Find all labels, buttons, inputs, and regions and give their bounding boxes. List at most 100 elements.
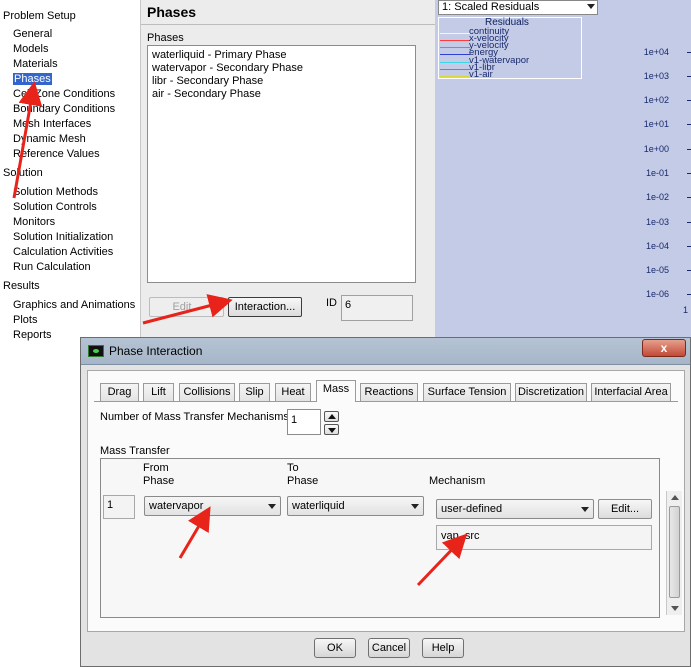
tree-item-label: Cell Zone Conditions bbox=[13, 88, 116, 100]
scrollbar-thumb[interactable] bbox=[669, 506, 680, 598]
tree-item-phases[interactable]: Phases bbox=[13, 73, 52, 86]
y-tick-label: 1e+01 bbox=[643, 119, 669, 129]
y-tick-label: 1e-03 bbox=[645, 217, 669, 227]
y-tick-mark bbox=[687, 246, 691, 247]
tree-item-boundary-conditions[interactable]: Boundary Conditions bbox=[13, 103, 115, 116]
tab-lift[interactable]: Lift bbox=[143, 383, 174, 401]
scroll-down-icon[interactable] bbox=[671, 606, 679, 611]
tab-collisions[interactable]: Collisions bbox=[179, 383, 235, 401]
y-tick-label: 1e-04 bbox=[645, 241, 669, 251]
tree-item-plots[interactable]: Plots bbox=[13, 314, 37, 327]
y-tick-label: 1e+04 bbox=[643, 47, 669, 57]
to-header-line2: Phase bbox=[287, 475, 319, 487]
tree-item-reference-values[interactable]: Reference Values bbox=[13, 148, 100, 161]
y-tick-mark bbox=[687, 173, 691, 174]
tree-item-models[interactable]: Models bbox=[13, 43, 48, 56]
y-tick-label: 1e+02 bbox=[643, 95, 669, 105]
tree-item-calculation-activities[interactable]: Calculation Activities bbox=[13, 246, 113, 259]
cancel-button[interactable]: Cancel bbox=[368, 638, 410, 658]
y-tick-label: 1e-06 bbox=[645, 289, 669, 299]
tree-category-solution[interactable]: Solution bbox=[3, 167, 43, 180]
phases-list-label: Phases bbox=[147, 32, 184, 44]
interaction-button[interactable]: Interaction... bbox=[228, 297, 302, 317]
chevron-down-icon bbox=[587, 4, 595, 9]
phase-list-item[interactable]: air - Secondary Phase bbox=[152, 88, 261, 100]
title-divider bbox=[141, 24, 436, 25]
y-tick-mark bbox=[687, 149, 691, 150]
phases-list[interactable]: waterliquid - Primary Phase watervapor -… bbox=[147, 45, 416, 283]
tree-item-run-calculation[interactable]: Run Calculation bbox=[13, 261, 91, 274]
chevron-down-icon bbox=[268, 504, 276, 509]
x-tick-label: 1 bbox=[682, 305, 688, 315]
vertical-scrollbar[interactable] bbox=[666, 491, 682, 615]
phase-list-item[interactable]: libr - Secondary Phase bbox=[152, 75, 263, 87]
tab-drag[interactable]: Drag bbox=[100, 383, 139, 401]
tree-item-solution-initialization[interactable]: Solution Initialization bbox=[13, 231, 113, 244]
tree-item-reports[interactable]: Reports bbox=[13, 329, 52, 342]
y-tick-mark bbox=[687, 197, 691, 198]
scroll-up-icon[interactable] bbox=[671, 495, 679, 500]
tab-slip[interactable]: Slip bbox=[239, 383, 270, 401]
y-tick-label: 1e+03 bbox=[643, 71, 669, 81]
plot-legend: Residuals continuity x-velocity y-veloci… bbox=[438, 17, 582, 80]
tab-reactions[interactable]: Reactions bbox=[360, 383, 418, 401]
legend-line bbox=[440, 62, 470, 63]
y-tick-mark bbox=[687, 294, 691, 295]
tree-item-label: Reference Values bbox=[13, 148, 100, 160]
tree-item-label: Graphics and Animations bbox=[13, 299, 136, 311]
id-label: ID bbox=[326, 297, 337, 309]
tree-item-label: Models bbox=[13, 43, 49, 55]
tree-item-materials[interactable]: Materials bbox=[13, 58, 58, 71]
edit-phase-button[interactable]: Edit... bbox=[149, 297, 224, 317]
y-tick-label: 1e-05 bbox=[645, 265, 669, 275]
tree-item-label: Dynamic Mesh bbox=[13, 133, 86, 145]
fluent-app-icon bbox=[88, 345, 104, 357]
panel-title: Phases bbox=[147, 4, 197, 20]
edit-mechanism-button[interactable]: Edit... bbox=[598, 499, 652, 519]
phases-panel: Phases Phases waterliquid - Primary Phas… bbox=[140, 0, 436, 340]
tree-item-mesh-interfaces[interactable]: Mesh Interfaces bbox=[13, 118, 91, 131]
from-phase-dropdown[interactable]: watervapor bbox=[144, 496, 281, 516]
tab-interfacial-area[interactable]: Interfacial Area bbox=[591, 383, 671, 401]
tab-mass[interactable]: Mass bbox=[316, 380, 356, 402]
tree-item-dynamic-mesh[interactable]: Dynamic Mesh bbox=[13, 133, 86, 146]
mechanism-dropdown[interactable]: user-defined bbox=[436, 499, 594, 519]
num-mechanisms-input[interactable]: 1 bbox=[287, 409, 321, 435]
dialog-titlebar[interactable]: Phase Interaction x bbox=[81, 338, 690, 365]
from-header-line1: From bbox=[143, 462, 169, 474]
increment-button[interactable] bbox=[324, 411, 339, 422]
tab-strip-divider bbox=[94, 401, 678, 402]
y-tick-mark bbox=[687, 100, 691, 101]
tree-item-solution-methods[interactable]: Solution Methods bbox=[13, 186, 98, 199]
tree-category-results[interactable]: Results bbox=[3, 280, 40, 293]
tree-item-solution-controls[interactable]: Solution Controls bbox=[13, 201, 97, 214]
phase-list-item[interactable]: waterliquid - Primary Phase bbox=[152, 49, 287, 61]
y-tick-mark bbox=[687, 270, 691, 271]
tree-category-problem-setup[interactable]: Problem Setup bbox=[3, 10, 76, 23]
help-button[interactable]: Help bbox=[422, 638, 464, 658]
legend-line bbox=[440, 47, 470, 48]
plot-window-dropdown[interactable]: 1: Scaled Residuals bbox=[438, 0, 598, 15]
legend-line bbox=[440, 33, 470, 34]
mass-transfer-label: Mass Transfer bbox=[100, 445, 170, 457]
tree-item-label: Plots bbox=[13, 314, 38, 326]
to-phase-dropdown[interactable]: waterliquid bbox=[287, 496, 424, 516]
phase-list-item[interactable]: watervapor - Secondary Phase bbox=[152, 62, 303, 74]
tree-item-label: General bbox=[13, 28, 53, 40]
to-phase-value: waterliquid bbox=[292, 500, 345, 512]
tree-item-cell-zone-conditions[interactable]: Cell Zone Conditions bbox=[13, 88, 115, 101]
tab-discretization[interactable]: Discretization bbox=[515, 383, 587, 401]
legend-label: v1-air bbox=[469, 69, 493, 80]
tree-item-label: Monitors bbox=[13, 216, 56, 228]
ok-button[interactable]: OK bbox=[314, 638, 356, 658]
tree-item-graphics-and-animations[interactable]: Graphics and Animations bbox=[13, 299, 135, 312]
tree-item-general[interactable]: General bbox=[13, 28, 52, 41]
tree-item-monitors[interactable]: Monitors bbox=[13, 216, 55, 229]
tab-surface-tension[interactable]: Surface Tension bbox=[423, 383, 511, 401]
legend-line bbox=[440, 76, 470, 77]
tab-heat[interactable]: Heat bbox=[275, 383, 311, 401]
y-tick-label: 1e+00 bbox=[643, 144, 669, 154]
y-tick-mark bbox=[687, 76, 691, 77]
decrement-button[interactable] bbox=[324, 424, 339, 435]
close-button[interactable]: x bbox=[642, 339, 686, 357]
